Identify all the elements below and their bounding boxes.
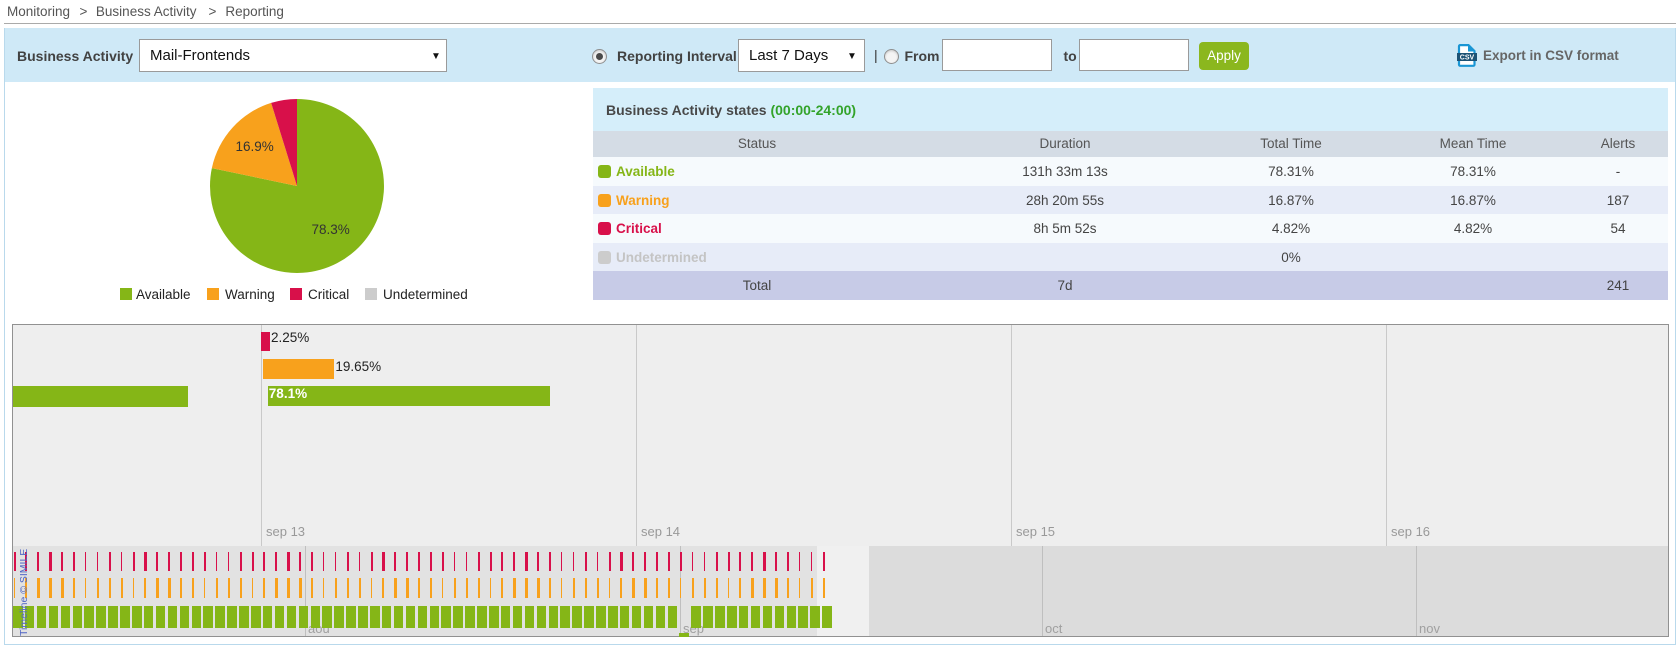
- svg-text:CSV: CSV: [1460, 55, 1475, 62]
